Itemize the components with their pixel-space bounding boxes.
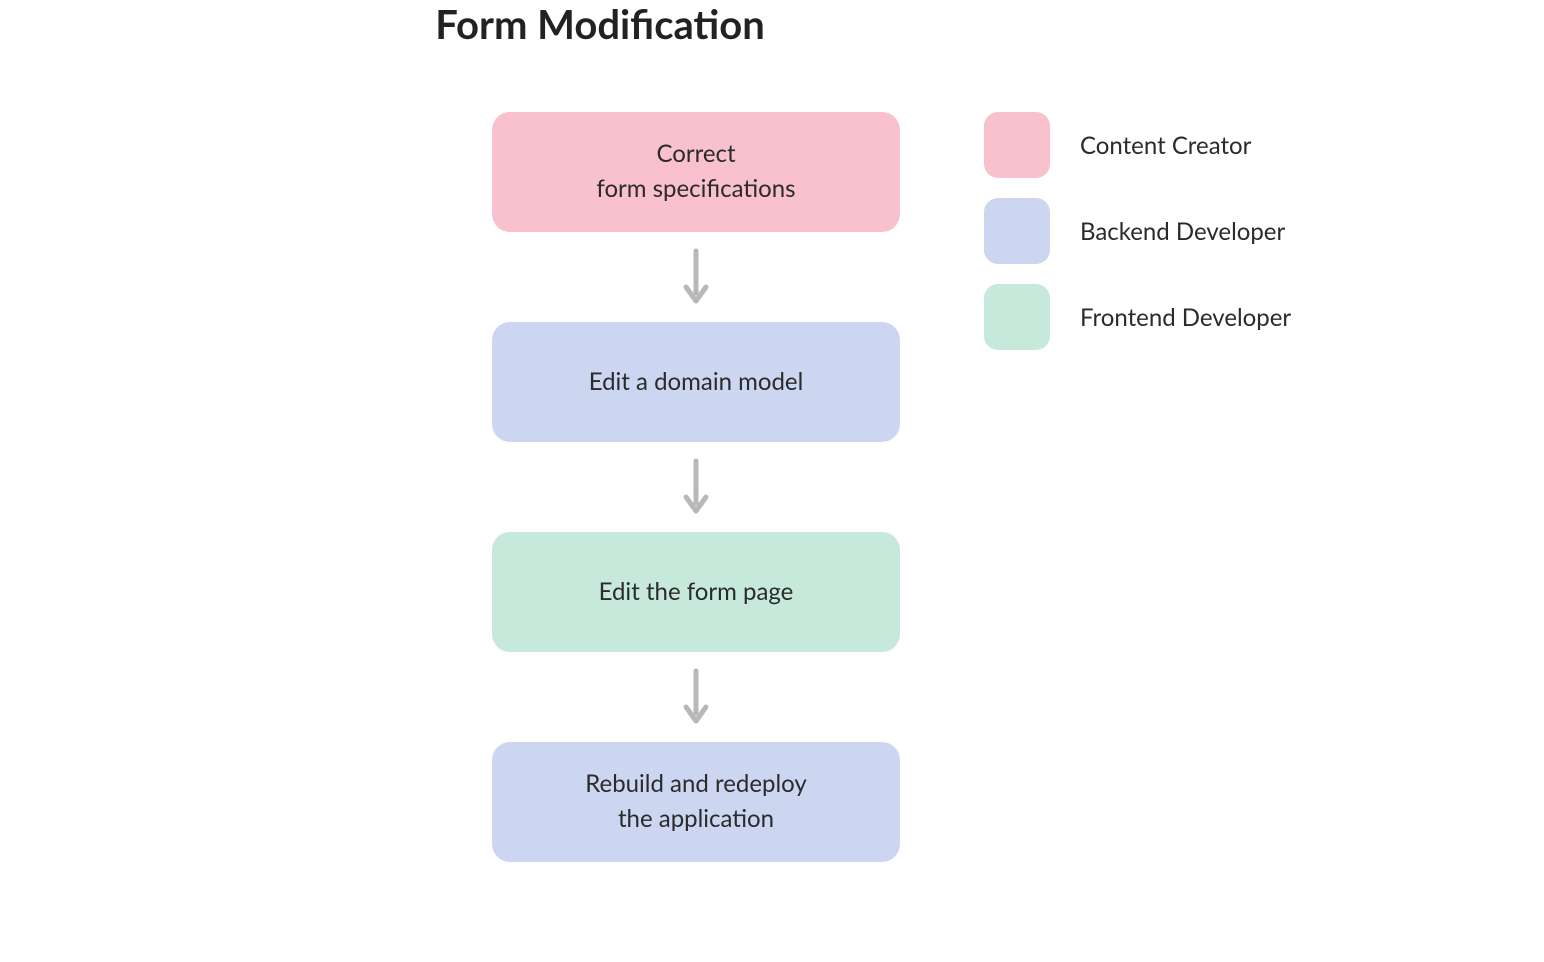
step-text-line1: Edit a domain model (589, 365, 804, 400)
arrow-down-icon (676, 442, 716, 532)
step-text-line1: Rebuild and redeploy (585, 767, 806, 802)
arrow-down-icon (676, 652, 716, 742)
legend-label: Content Creator (1080, 131, 1251, 160)
legend-swatch (984, 284, 1050, 350)
arrow-down-icon (676, 232, 716, 322)
legend-label: Frontend Developer (1080, 303, 1291, 332)
legend-item-frontend-developer: Frontend Developer (984, 284, 1291, 350)
diagram-title: Form Modification (0, 0, 1200, 48)
step-edit-form-page: Edit the form page (492, 532, 900, 652)
step-text-line1: Correct (656, 137, 735, 172)
legend: Content Creator Backend Developer Fronte… (984, 112, 1291, 350)
step-edit-domain-model: Edit a domain model (492, 322, 900, 442)
legend-item-content-creator: Content Creator (984, 112, 1291, 178)
legend-label: Backend Developer (1080, 217, 1285, 246)
step-rebuild-redeploy: Rebuild and redeploy the application (492, 742, 900, 862)
step-correct-specs: Correct form specifications (492, 112, 900, 232)
flow-column: Correct form specifications Edit a domai… (492, 112, 900, 862)
legend-swatch (984, 198, 1050, 264)
step-text-line2: the application (618, 802, 774, 837)
step-text-line1: Edit the form page (599, 575, 794, 610)
step-text-line2: form specifications (596, 172, 795, 207)
legend-item-backend-developer: Backend Developer (984, 198, 1291, 264)
legend-swatch (984, 112, 1050, 178)
